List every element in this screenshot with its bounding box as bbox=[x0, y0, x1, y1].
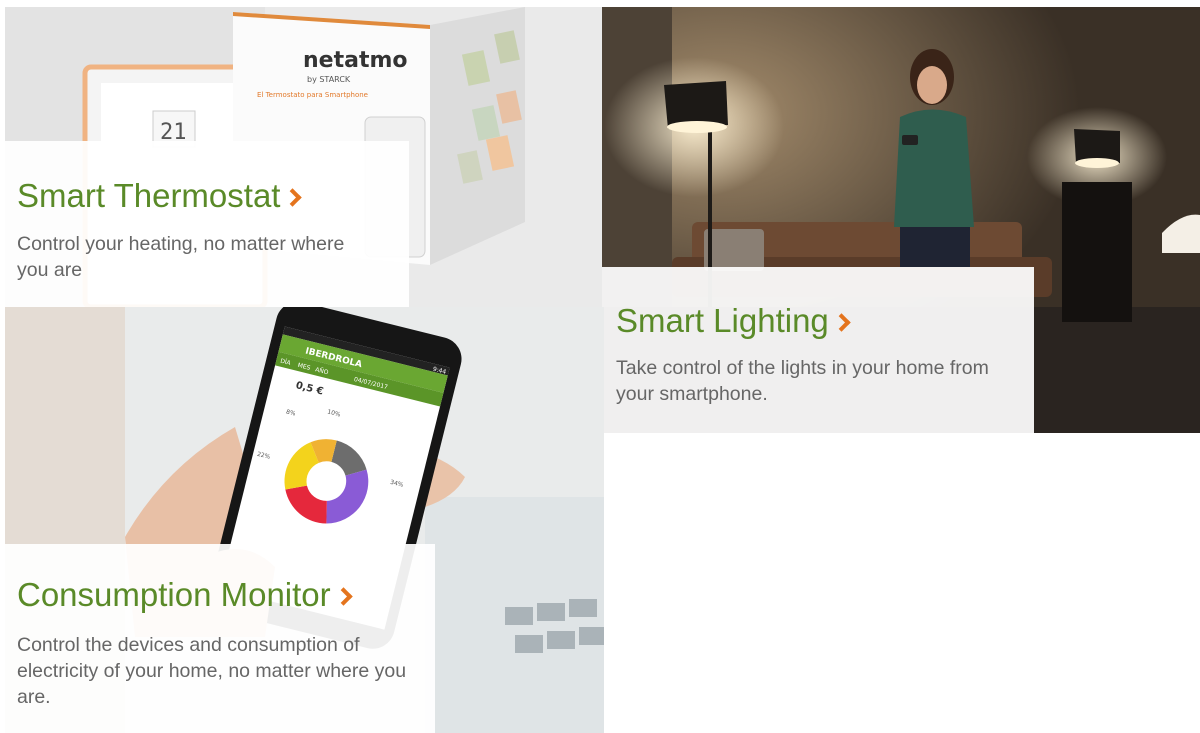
lighting-card: Smart Lighting Take control of the light… bbox=[602, 267, 1034, 433]
thermostat-card: Smart Thermostat Control your heating, n… bbox=[5, 141, 409, 307]
lighting-title-text[interactable]: Smart Lighting bbox=[616, 302, 829, 339]
product-tile-lighting[interactable]: Smart Lighting Take control of the light… bbox=[602, 7, 1200, 433]
thermostat-title[interactable]: Smart Thermostat bbox=[17, 176, 303, 216]
svg-text:by STARCK: by STARCK bbox=[307, 75, 351, 84]
chevron-right-icon[interactable] bbox=[283, 188, 303, 207]
consumption-title[interactable]: Consumption Monitor bbox=[17, 575, 353, 615]
lighting-title[interactable]: Smart Lighting bbox=[616, 301, 851, 341]
chevron-right-icon[interactable] bbox=[832, 313, 851, 332]
thermostat-description: Control your heating, no matter where yo… bbox=[17, 233, 345, 281]
svg-text:netatmo: netatmo bbox=[303, 48, 408, 73]
lighting-description: Take control of the lights in your home … bbox=[616, 357, 989, 405]
consumption-description: Control the devices and consumption of e… bbox=[17, 634, 407, 708]
chevron-right-icon[interactable] bbox=[333, 587, 353, 606]
product-tile-consumption[interactable]: 9:44 IBERDROLA DÍA MES AÑO 04/07/2017 0,… bbox=[5, 307, 604, 733]
thermostat-title-text[interactable]: Smart Thermostat bbox=[17, 177, 280, 214]
consumption-card: Consumption Monitor Control the devices … bbox=[5, 544, 435, 733]
svg-text:El Termostato para Smartphone: El Termostato para Smartphone bbox=[257, 91, 368, 99]
consumption-title-text[interactable]: Consumption Monitor bbox=[17, 576, 331, 613]
product-tile-thermostat[interactable]: 21 netatmo by STARCK El Termostato para … bbox=[5, 7, 602, 307]
